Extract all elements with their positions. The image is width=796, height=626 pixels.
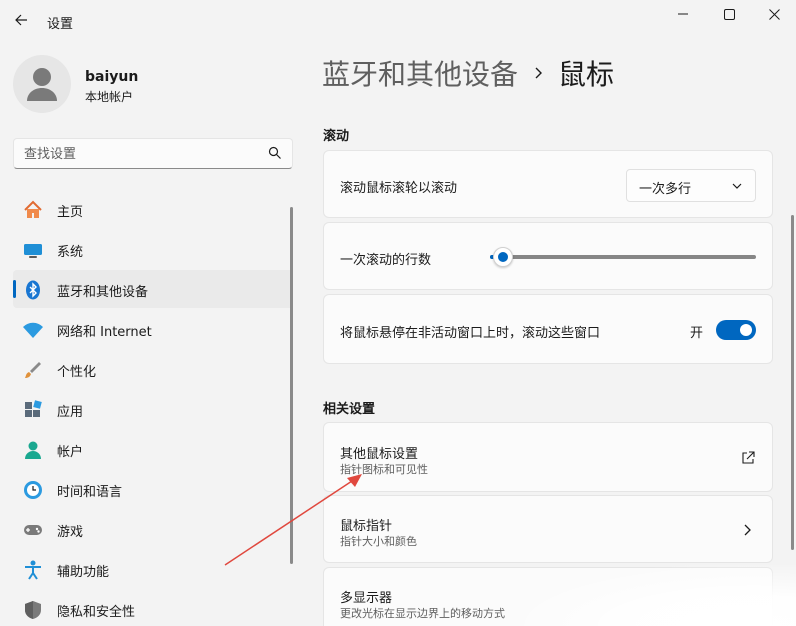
- search-icon[interactable]: [268, 146, 282, 160]
- sidebar-item-gaming[interactable]: 游戏: [13, 510, 293, 548]
- card-sublabel: 指针大小和颜色: [340, 535, 417, 548]
- sidebar-item-accessibility[interactable]: 辅助功能: [13, 550, 293, 588]
- mouse-pointer-card[interactable]: 鼠标指针 指针大小和颜色: [323, 495, 773, 563]
- sidebar-item-apps[interactable]: 应用: [13, 390, 293, 428]
- window-title: 设置: [47, 17, 74, 32]
- sidebar-item-label: 隐私和安全性: [57, 605, 136, 620]
- sidebar-item-system[interactable]: 系统: [13, 230, 293, 268]
- time-language-icon: [22, 479, 44, 501]
- card-label: 将鼠标悬停在非活动窗口上时，滚动这些窗口: [340, 326, 601, 341]
- wifi-icon: [22, 319, 44, 341]
- account-type: 本地帐户: [85, 90, 134, 104]
- chevron-right-icon: [534, 66, 544, 80]
- sidebar-item-accounts[interactable]: 帐户: [13, 430, 293, 468]
- breadcrumb: 蓝牙和其他设备 鼠标: [322, 55, 614, 91]
- card-label: 一次滚动的行数: [340, 253, 432, 268]
- sidebar-item-home[interactable]: 主页: [13, 190, 293, 228]
- title-bar: 设置: [0, 0, 796, 40]
- back-arrow-icon: [15, 14, 27, 26]
- sidebar-nav: 主页 系统 蓝牙和其他设备 网络和 Internet 个性化 应用 帐户 时间和…: [13, 190, 293, 626]
- close-icon: [768, 8, 780, 20]
- section-title-scroll: 滚动: [323, 129, 350, 144]
- back-button[interactable]: [10, 9, 32, 31]
- toggle-knob: [740, 324, 752, 336]
- breadcrumb-parent[interactable]: 蓝牙和其他设备: [322, 53, 518, 93]
- sidebar-item-privacy[interactable]: 隐私和安全性: [13, 590, 293, 626]
- inactive-scroll-card: 将鼠标悬停在非活动窗口上时，滚动这些窗口 开: [323, 294, 773, 364]
- shield-icon: [22, 599, 44, 621]
- sidebar-item-label: 蓝牙和其他设备: [57, 285, 149, 300]
- card-label: 其他鼠标设置: [340, 447, 419, 462]
- close-button[interactable]: [751, 0, 796, 28]
- chevron-right-icon: [740, 522, 756, 538]
- sidebar-item-label: 网络和 Internet: [57, 325, 152, 340]
- other-mouse-settings-card[interactable]: 其他鼠标设置 指针图标和可见性: [323, 422, 773, 492]
- accessibility-icon: [22, 559, 44, 581]
- section-title-related: 相关设置: [323, 402, 376, 417]
- system-icon: [22, 239, 44, 261]
- content-scrollbar[interactable]: [791, 215, 794, 550]
- inactive-scroll-toggle[interactable]: [716, 320, 756, 340]
- card-label: 滚动鼠标滚轮以滚动: [340, 181, 458, 196]
- scroll-mode-dropdown[interactable]: 一次多行: [626, 169, 756, 202]
- maximize-button[interactable]: [706, 0, 752, 28]
- maximize-icon: [723, 8, 735, 20]
- dropdown-value: 一次多行: [639, 182, 692, 197]
- sidebar-item-label: 应用: [57, 405, 84, 420]
- card-sublabel: 指针图标和可见性: [340, 463, 428, 476]
- account-icon: [22, 439, 44, 461]
- sidebar-item-label: 游戏: [57, 525, 84, 540]
- sidebar-item-label: 时间和语言: [57, 485, 123, 500]
- scroll-wheel-card: 滚动鼠标滚轮以滚动 一次多行: [323, 150, 773, 218]
- minimize-button[interactable]: [660, 0, 706, 28]
- user-icon: [27, 68, 57, 101]
- sidebar-item-label: 辅助功能: [57, 565, 110, 580]
- user-name: baiyun: [85, 69, 139, 85]
- chevron-down-icon: [732, 183, 742, 189]
- card-sublabel: 更改光标在显示边界上的移动方式: [340, 607, 505, 620]
- multiple-displays-card[interactable]: 多显示器 更改光标在显示边界上的移动方式: [323, 567, 773, 626]
- sidebar-item-label: 系统: [57, 245, 84, 260]
- gamepad-icon: [22, 519, 44, 541]
- sidebar-item-label: 主页: [57, 205, 84, 220]
- brush-icon: [22, 359, 44, 381]
- minimize-icon: [678, 13, 688, 15]
- sidebar-item-label: 个性化: [57, 365, 97, 380]
- slider-thumb[interactable]: [493, 247, 513, 267]
- sidebar-scrollbar[interactable]: [290, 207, 293, 564]
- sidebar-item-time-language[interactable]: 时间和语言: [13, 470, 293, 508]
- page-title: 鼠标: [558, 58, 615, 91]
- card-label: 多显示器: [340, 591, 393, 606]
- home-icon: [22, 199, 44, 221]
- slider-track[interactable]: [490, 255, 756, 259]
- search-box[interactable]: [13, 138, 293, 169]
- active-indicator: [13, 280, 16, 298]
- sidebar-item-personalization[interactable]: 个性化: [13, 350, 293, 388]
- toggle-state-label: 开: [690, 326, 704, 341]
- bluetooth-icon: [22, 279, 44, 301]
- sidebar-item-bluetooth[interactable]: 蓝牙和其他设备: [13, 270, 293, 308]
- card-label: 鼠标指针: [340, 519, 393, 534]
- scroll-lines-card: 一次滚动的行数: [323, 222, 773, 290]
- sidebar-item-network[interactable]: 网络和 Internet: [13, 310, 293, 348]
- apps-icon: [22, 399, 44, 421]
- search-input[interactable]: [24, 145, 254, 163]
- sidebar-item-label: 帐户: [57, 445, 84, 460]
- avatar[interactable]: [13, 55, 71, 113]
- external-link-icon: [740, 450, 756, 466]
